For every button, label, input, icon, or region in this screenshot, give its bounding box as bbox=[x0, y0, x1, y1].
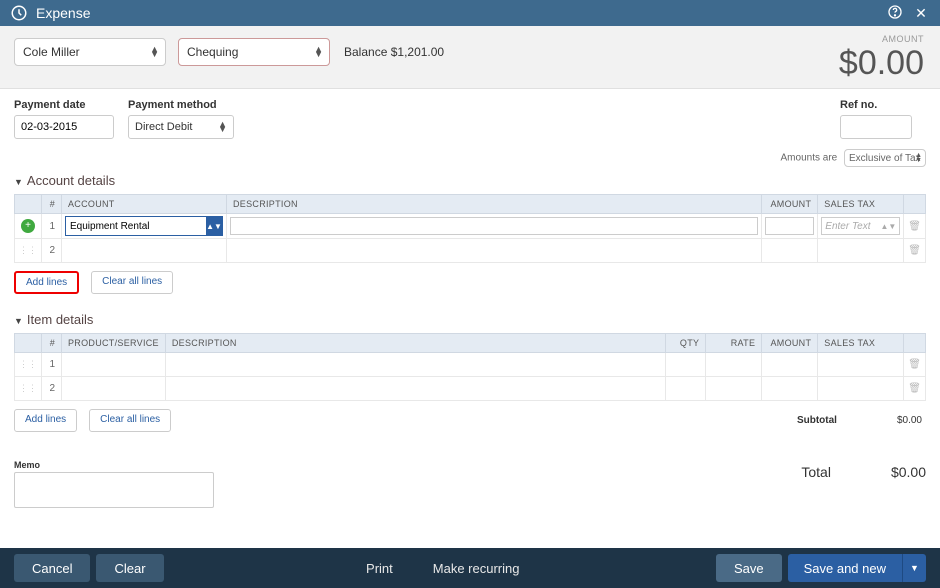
balance-value: $1,201.00 bbox=[391, 45, 444, 59]
amount-input[interactable] bbox=[765, 217, 814, 235]
payment-method-select[interactable]: Direct Debit ▲▼ bbox=[128, 115, 234, 139]
trash-icon[interactable]: 🗑 bbox=[908, 245, 921, 256]
balance-display: Balance $1,201.00 bbox=[344, 45, 444, 59]
col-amount: AMOUNT bbox=[762, 334, 818, 353]
help-icon[interactable] bbox=[886, 4, 904, 23]
save-button[interactable]: Save bbox=[716, 554, 782, 582]
amounts-are-value: Exclusive of Tax bbox=[849, 153, 921, 164]
save-and-new-button[interactable]: Save and new bbox=[788, 554, 902, 582]
add-lines-button[interactable]: Add lines bbox=[14, 409, 77, 432]
col-product: PRODUCT/SERVICE bbox=[62, 334, 166, 353]
account-details-header[interactable]: ▼Account details bbox=[14, 173, 926, 188]
chevron-updown-icon: ▲▼ bbox=[915, 153, 922, 163]
triangle-down-icon: ▼ bbox=[14, 316, 23, 326]
grip-icon[interactable]: ⋮⋮ bbox=[19, 383, 37, 393]
triangle-down-icon: ▼ bbox=[14, 177, 23, 187]
chevron-updown-icon: ▲▼ bbox=[880, 222, 896, 231]
trash-icon[interactable]: 🗑 bbox=[908, 359, 921, 370]
chevron-updown-icon: ▲▼ bbox=[314, 47, 323, 57]
total-label: Total bbox=[801, 464, 831, 480]
add-line-icon[interactable]: + bbox=[21, 219, 35, 233]
col-account: ACCOUNT bbox=[62, 195, 227, 214]
trash-icon[interactable]: 🗑 bbox=[908, 383, 921, 394]
close-icon[interactable]: ✕ bbox=[912, 5, 930, 22]
grip-icon[interactable]: ⋮⋮ bbox=[19, 245, 37, 255]
col-num: # bbox=[42, 195, 62, 214]
payment-date-label: Payment date bbox=[14, 99, 114, 111]
clear-button[interactable]: Clear bbox=[96, 554, 163, 582]
payment-method-label: Payment method bbox=[128, 99, 234, 111]
balance-label: Balance bbox=[344, 45, 387, 59]
sales-tax-select[interactable]: Enter Text ▲▼ bbox=[821, 217, 900, 235]
amounts-are-select[interactable]: Exclusive of Tax ▲▼ bbox=[844, 149, 926, 167]
clear-all-lines-button[interactable]: Clear all lines bbox=[91, 271, 173, 294]
table-row[interactable]: + 1 ▲▼ Enter Text ▲▼ 🗑 bbox=[15, 214, 926, 239]
sales-tax-placeholder: Enter Text bbox=[825, 221, 870, 232]
payee-select[interactable]: Cole Miller ▲▼ bbox=[14, 38, 166, 66]
col-description: DESCRIPTION bbox=[165, 334, 665, 353]
trash-icon[interactable]: 🗑 bbox=[908, 221, 921, 232]
grip-icon[interactable]: ⋮⋮ bbox=[19, 359, 37, 369]
chevron-updown-icon: ▲▼ bbox=[218, 122, 227, 132]
ref-no-input[interactable] bbox=[840, 115, 912, 139]
table-row[interactable]: ⋮⋮ 2 🗑 bbox=[15, 377, 926, 401]
amounts-are-label: Amounts are bbox=[781, 153, 838, 164]
col-salestax: SALES TAX bbox=[818, 334, 904, 353]
col-num: # bbox=[42, 334, 62, 353]
make-recurring-link[interactable]: Make recurring bbox=[433, 561, 520, 576]
page-title: Expense bbox=[36, 5, 878, 21]
chevron-updown-icon: ▲▼ bbox=[150, 47, 159, 57]
col-rate: RATE bbox=[706, 334, 762, 353]
bank-account-value: Chequing bbox=[187, 45, 238, 59]
account-select[interactable]: ▲▼ bbox=[65, 216, 223, 236]
subtotal-value: $0.00 bbox=[897, 415, 922, 426]
table-row[interactable]: ⋮⋮ 2 🗑 bbox=[15, 239, 926, 263]
amount-value: $0.00 bbox=[839, 44, 924, 83]
col-qty: QTY bbox=[666, 334, 706, 353]
add-lines-button[interactable]: Add lines bbox=[14, 271, 79, 294]
table-row[interactable]: ⋮⋮ 1 🗑 bbox=[15, 353, 926, 377]
amount-label: AMOUNT bbox=[839, 34, 924, 44]
total-value: $0.00 bbox=[891, 464, 926, 480]
col-amount: AMOUNT bbox=[762, 195, 818, 214]
col-salestax: SALES TAX bbox=[818, 195, 904, 214]
bank-account-select[interactable]: Chequing ▲▼ bbox=[178, 38, 330, 66]
item-details-table: # PRODUCT/SERVICE DESCRIPTION QTY RATE A… bbox=[14, 333, 926, 401]
payee-value: Cole Miller bbox=[23, 45, 80, 59]
ref-no-label: Ref no. bbox=[840, 99, 912, 111]
cancel-button[interactable]: Cancel bbox=[14, 554, 90, 582]
memo-textarea[interactable] bbox=[14, 472, 214, 508]
account-details-table: # ACCOUNT DESCRIPTION AMOUNT SALES TAX +… bbox=[14, 194, 926, 263]
clear-all-lines-button[interactable]: Clear all lines bbox=[89, 409, 171, 432]
payment-method-value: Direct Debit bbox=[135, 121, 192, 133]
print-link[interactable]: Print bbox=[366, 561, 393, 576]
payment-date-input[interactable] bbox=[14, 115, 114, 139]
col-description: DESCRIPTION bbox=[227, 195, 762, 214]
description-input[interactable] bbox=[230, 217, 758, 235]
subtotal-label: Subtotal bbox=[797, 415, 837, 426]
account-input[interactable] bbox=[66, 217, 206, 235]
save-and-new-dropdown[interactable]: ▼ bbox=[902, 554, 926, 582]
memo-label: Memo bbox=[14, 460, 214, 470]
chevron-updown-icon[interactable]: ▲▼ bbox=[206, 217, 222, 235]
app-icon bbox=[10, 4, 28, 22]
item-details-header[interactable]: ▼Item details bbox=[14, 312, 926, 327]
